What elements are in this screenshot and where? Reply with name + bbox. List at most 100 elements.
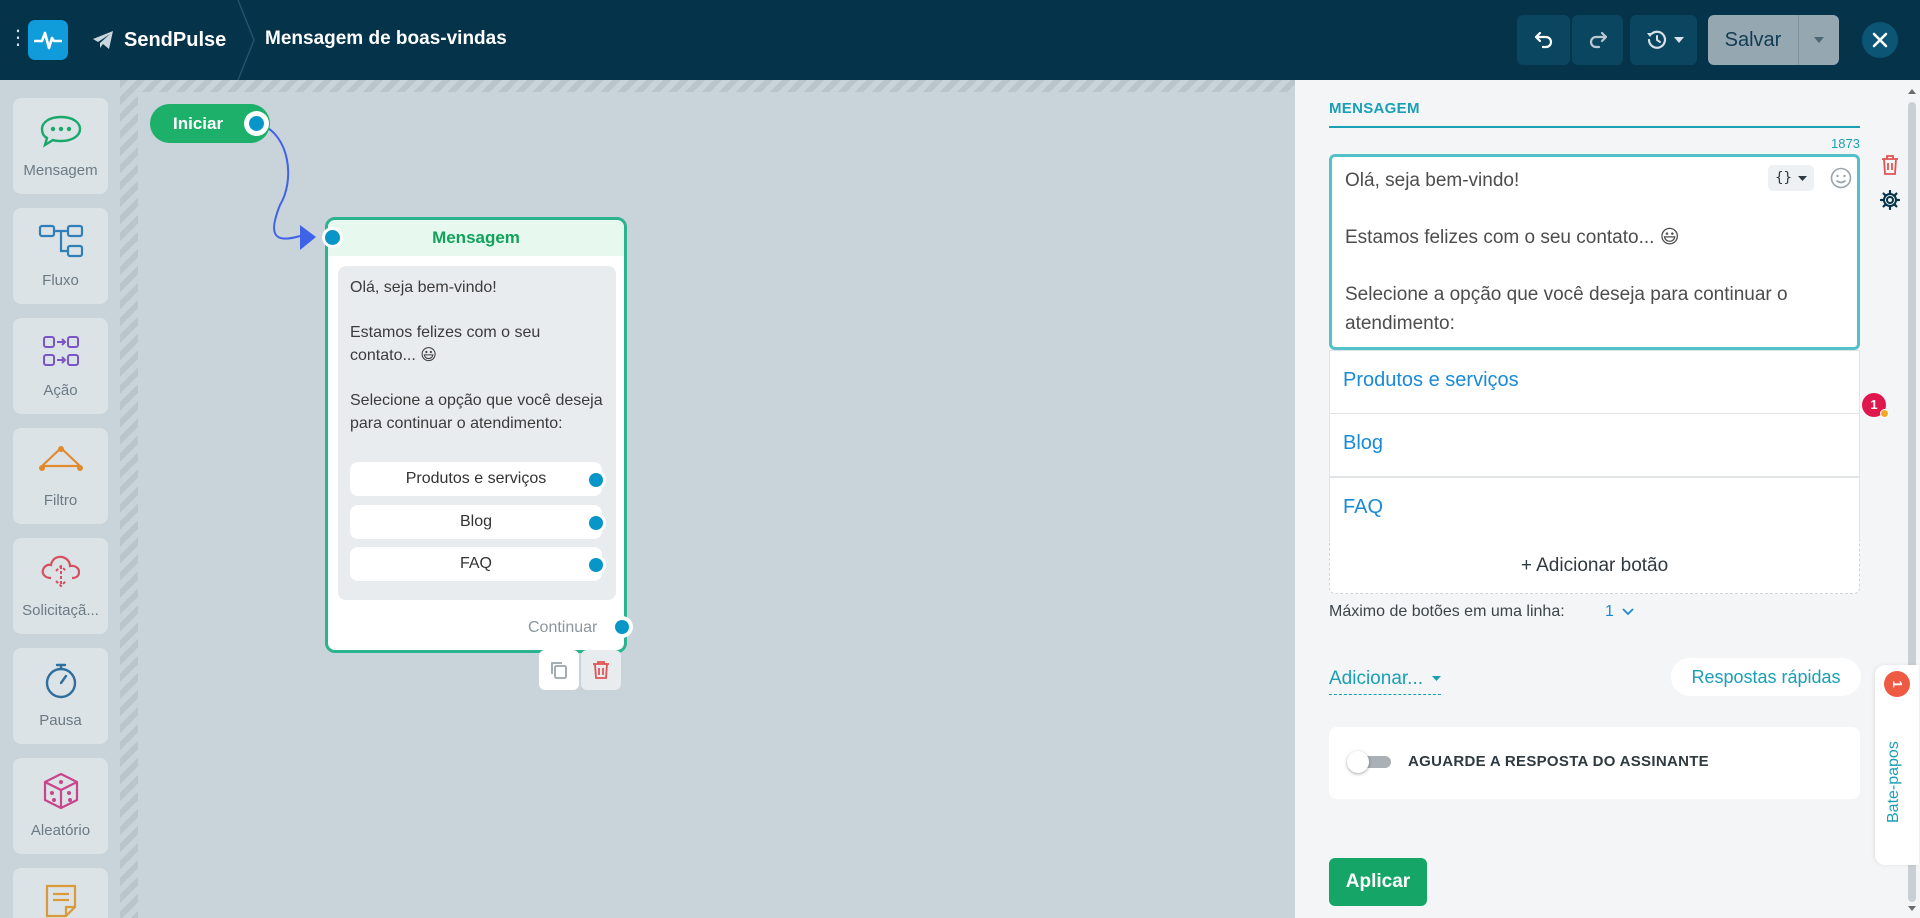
panel-button-faq[interactable]: FAQ (1329, 477, 1860, 541)
max-buttons-select[interactable]: 1 (1605, 603, 1634, 621)
flow-canvas[interactable]: Iniciar Mensagem Olá, seja bem-vindo! Es… (120, 80, 1295, 918)
save-button[interactable]: Salvar (1708, 15, 1798, 65)
message-settings-panel: MENSAGEM 1873 Olá, seja bem-vindo! Estam… (1295, 80, 1920, 918)
message-line: Estamos felizes com o seu contato... 😃 (350, 324, 541, 364)
max-buttons-value: 1 (1605, 603, 1614, 620)
breadcrumb-separator (237, 0, 255, 80)
close-button[interactable] (1862, 22, 1898, 58)
start-output-port[interactable] (244, 111, 269, 136)
node-button-port[interactable] (586, 470, 606, 490)
sidebar-item-label: Ação (43, 382, 78, 399)
node-button-port[interactable] (586, 555, 606, 575)
sidebar-item-label: Fluxo (42, 272, 79, 289)
message-node-text: Olá, seja bem-vindo! Estamos felizes com… (350, 276, 608, 457)
chevron-down-icon (1432, 676, 1442, 682)
sidebar-item-filtro[interactable]: Filtro (13, 428, 108, 524)
sidebar-item-pausa[interactable]: Pausa (13, 648, 108, 744)
sidebar-item-note[interactable] (13, 868, 108, 918)
emoji-icon[interactable] (1829, 166, 1853, 190)
history-button[interactable] (1630, 15, 1697, 65)
undo-button[interactable] (1517, 15, 1570, 65)
insert-variable-button[interactable]: {} (1768, 165, 1814, 191)
redo-button[interactable] (1572, 15, 1623, 65)
element-sidebar: Mensagem Fluxo Ação Filtro Solicitaçã...… (0, 80, 120, 918)
history-icon (1646, 30, 1666, 49)
brand-name: SendPulse (124, 28, 227, 51)
add-content-dropdown[interactable]: Adicionar... (1329, 668, 1442, 695)
wait-reply-toggle[interactable] (1347, 751, 1391, 773)
page-title[interactable]: Mensagem de boas-vindas (265, 28, 507, 50)
cloud-request-icon (41, 555, 80, 588)
wait-reply-label: AGUARDE A RESPOSTA DO ASSINANTE (1408, 753, 1709, 770)
trash-icon (593, 661, 609, 679)
continue-label: Continuar (528, 619, 598, 636)
message-line: Selecione a opção que você deseja para c… (350, 392, 603, 432)
gear-icon[interactable] (1880, 190, 1900, 210)
message-line: Selecione a opção que você deseja para c… (1345, 284, 1788, 334)
warning-dot (1880, 409, 1889, 418)
redo-icon (1589, 31, 1607, 49)
message-line: Olá, seja bem-vindo! (350, 279, 497, 296)
node-button-blog[interactable]: Blog (350, 505, 606, 539)
message-node[interactable]: Mensagem Olá, seja bem-vindo! Estamos fe… (322, 217, 633, 653)
sidebar-item-solicitacao[interactable]: Solicitaçã... (13, 538, 108, 634)
top-bar: ⋮ SendPulse Mensagem de boas-vindas Salv… (0, 0, 1920, 80)
sidebar-item-fluxo[interactable]: Fluxo (13, 208, 108, 304)
note-icon (45, 884, 76, 918)
sidebar-item-label: Mensagem (23, 162, 98, 179)
panel-section-title: MENSAGEM (1329, 100, 1420, 117)
close-icon (1872, 32, 1888, 48)
more-vertical-icon[interactable]: ⋮ (8, 28, 28, 48)
node-button-produtos[interactable]: Produtos e serviços (350, 462, 606, 496)
chevron-down-icon (1673, 37, 1684, 43)
panel-button-blog[interactable]: Blog (1329, 413, 1860, 477)
max-buttons-label: Máximo de botões em uma linha: (1329, 603, 1565, 620)
sidebar-item-label: Pausa (39, 712, 82, 729)
add-button-button[interactable]: + Adicionar botão (1329, 540, 1860, 594)
start-node-label: Iniciar (173, 114, 224, 133)
dice-icon (43, 772, 78, 810)
duplicate-node-button[interactable] (539, 650, 579, 690)
sidebar-item-label: Aleatório (30, 822, 91, 839)
continue-port[interactable] (611, 616, 633, 638)
node-button-port[interactable] (586, 513, 606, 533)
node-button-label: Produtos e serviços (405, 470, 547, 487)
flow-icon (38, 224, 83, 258)
sendpulse-logo-icon[interactable] (28, 20, 68, 60)
quick-replies-button[interactable]: Respostas rápidas (1671, 658, 1861, 696)
message-text-editor[interactable]: Olá, seja bem-vindo! Estamos felizes com… (1329, 154, 1889, 418)
sidebar-item-label: Solicitaçã... (22, 602, 99, 619)
sidebar-item-acao[interactable]: Ação (13, 318, 108, 414)
sidebar-item-aleatorio[interactable]: Aleatório (13, 758, 108, 854)
node-button-label: FAQ (459, 555, 492, 572)
action-icon (42, 336, 79, 366)
start-node[interactable]: Iniciar (150, 104, 270, 143)
code-braces-icon: {} (1775, 170, 1792, 186)
trash-icon[interactable] (1880, 154, 1900, 176)
save-button-group: Salvar (1708, 15, 1839, 65)
save-options-button[interactable] (1798, 15, 1839, 65)
scroll-up-icon (1908, 89, 1916, 94)
message-node-title: Mensagem (328, 220, 624, 256)
chats-tab-label: Bate-papos (1885, 741, 1902, 823)
copy-icon (551, 662, 567, 679)
wait-reply-card: AGUARDE A RESPOSTA DO ASSINANTE (1329, 727, 1860, 799)
apply-button[interactable]: Aplicar (1329, 858, 1427, 906)
stopwatch-icon (45, 663, 76, 699)
delete-node-button[interactable] (581, 650, 621, 690)
chat-bubble-icon (40, 115, 81, 148)
chevron-down-icon (1797, 175, 1807, 181)
node-button-label: Blog (459, 513, 493, 530)
add-content-label: Adicionar... (1329, 668, 1423, 689)
sidebar-item-mensagem[interactable]: Mensagem (13, 98, 108, 194)
node-button-faq[interactable]: FAQ (350, 547, 606, 581)
scroll-down-icon (1908, 906, 1916, 911)
sidebar-item-label: Filtro (43, 492, 78, 509)
message-node-input-port[interactable] (322, 227, 343, 248)
message-line: Estamos felizes com o seu contato... 😃 (1345, 227, 1680, 248)
chevron-down-icon (1622, 608, 1634, 616)
char-counter: 1873 (1831, 136, 1860, 151)
message-text[interactable]: Olá, seja bem-vindo! Estamos felizes com… (1345, 166, 1815, 366)
panel-button-produtos[interactable]: Produtos e serviços (1329, 350, 1860, 414)
brand[interactable]: SendPulse (92, 26, 226, 54)
